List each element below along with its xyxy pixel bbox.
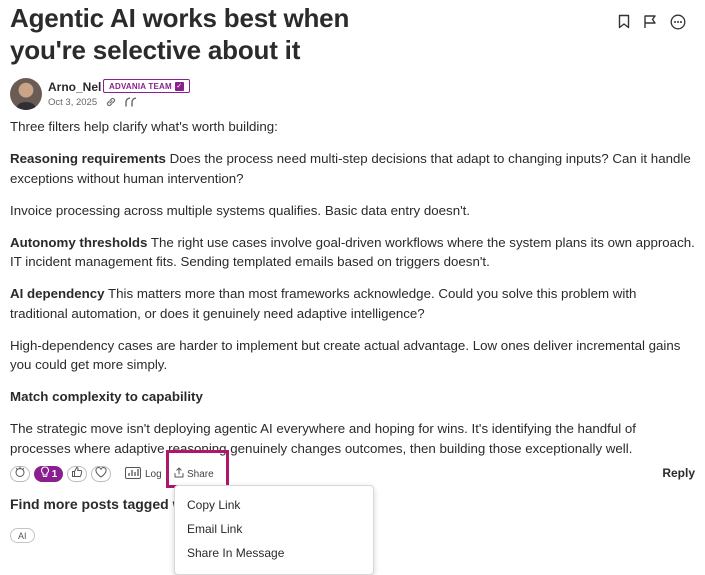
post-body: Three filters help clarify what's worth … [10, 117, 695, 471]
author-name[interactable]: Arno_Nel [48, 80, 101, 94]
bar-chart-icon [125, 466, 141, 482]
idea-reaction-button[interactable]: 1 [34, 466, 63, 482]
tags-heading: Find more posts tagged w [10, 496, 175, 512]
log-label: Log [145, 468, 162, 480]
author-badge: ADVANIA TEAM ✓ [103, 79, 190, 93]
post-actions [614, 12, 687, 31]
author-badge-label: ADVANIA TEAM [109, 81, 172, 91]
heart-icon [95, 465, 107, 483]
menu-item-copy-link[interactable]: Copy Link [175, 493, 373, 517]
more-icon[interactable] [668, 12, 687, 31]
verified-check-icon: ✓ [174, 81, 184, 91]
menu-item-email-link[interactable]: Email Link [175, 517, 373, 541]
celebrate-icon [14, 465, 26, 483]
heart-reaction-button[interactable] [91, 466, 111, 482]
idea-count: 1 [51, 468, 58, 480]
paragraph-strategic: The strategic move isn't deploying agent… [10, 421, 636, 456]
paragraph-ai-dependency: AI dependency This matters more than mos… [10, 286, 637, 321]
thumbs-up-icon [71, 465, 83, 483]
share-menu: Copy Link Email Link Share In Message [174, 485, 374, 575]
flag-icon[interactable] [641, 12, 660, 31]
celebrate-reaction-button[interactable] [10, 466, 30, 482]
link-icon[interactable] [105, 96, 117, 108]
paragraph-reasoning: Reasoning requirements Does the process … [10, 151, 691, 186]
paragraph-heading: Match complexity to capability [10, 389, 203, 404]
paragraph-autonomy: Autonomy thresholds The right use cases … [10, 234, 695, 270]
bookmark-icon[interactable] [614, 12, 633, 31]
post-meta: Oct 3, 2025 [48, 96, 137, 108]
post-title: Agentic AI works best when you're select… [10, 3, 350, 65]
paragraph-match-heading: Match complexity to capability [10, 387, 695, 407]
paragraph-high-dependency: High-dependency cases are harder to impl… [10, 337, 681, 373]
paragraph-heading: Reasoning requirements [10, 151, 166, 166]
log-button[interactable]: Log [125, 466, 162, 482]
lightbulb-icon [40, 465, 50, 483]
menu-item-share-in-message[interactable]: Share In Message [175, 541, 373, 565]
paragraph-heading: AI dependency [10, 286, 105, 301]
post-date: Oct 3, 2025 [48, 96, 98, 108]
reply-button[interactable]: Reply [662, 466, 695, 480]
quote-icon[interactable] [125, 97, 137, 107]
paragraph-invoice: Invoice processing across multiple syste… [10, 202, 471, 218]
reaction-bar: 1 Log Share Reply [10, 464, 695, 484]
avatar[interactable] [10, 78, 42, 110]
share-highlight-box [166, 450, 229, 488]
thumbs-up-reaction-button[interactable] [67, 466, 87, 482]
paragraph-intro: Three filters help clarify what's worth … [10, 119, 278, 134]
paragraph-heading: Autonomy thresholds [10, 234, 148, 250]
tag-chip[interactable]: AI [10, 528, 35, 543]
